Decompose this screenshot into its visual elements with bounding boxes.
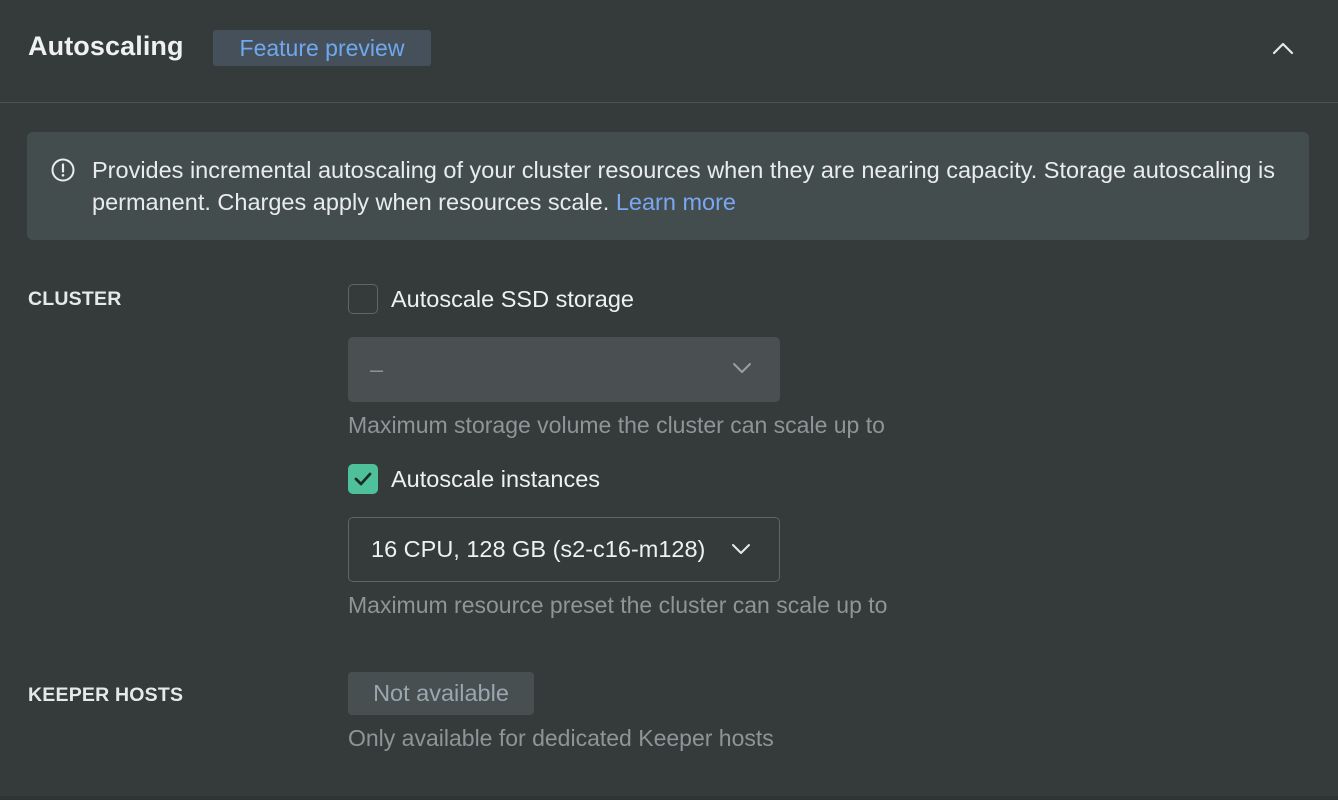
info-circle-icon bbox=[51, 158, 75, 182]
chevron-down-icon bbox=[733, 363, 751, 373]
keeper-hint: Only available for dedicated Keeper host… bbox=[348, 725, 774, 751]
checkmark-icon bbox=[354, 472, 372, 486]
section-title: Autoscaling bbox=[28, 31, 184, 61]
not-available-badge: Not available bbox=[348, 672, 534, 715]
feature-preview-badge: Feature preview bbox=[213, 30, 431, 66]
chevron-up-icon bbox=[1272, 42, 1294, 55]
instance-preset-value: 16 CPU, 128 GB (s2-c16-m128) bbox=[371, 536, 706, 562]
cluster-label: CLUSTER bbox=[28, 288, 122, 310]
autoscale-storage-checkbox[interactable] bbox=[348, 284, 378, 314]
autoscale-instances-checkbox[interactable] bbox=[348, 464, 378, 494]
keeper-hosts-label: KEEPER HOSTS bbox=[28, 684, 184, 706]
chevron-down-icon bbox=[732, 544, 750, 554]
info-banner: Provides incremental autoscaling of your… bbox=[27, 132, 1309, 240]
storage-limit-value: – bbox=[370, 356, 384, 382]
collapse-button[interactable] bbox=[1266, 32, 1300, 64]
storage-limit-select: – bbox=[348, 337, 780, 402]
info-text: Provides incremental autoscaling of your… bbox=[92, 154, 1282, 218]
instance-preset-select[interactable]: 16 CPU, 128 GB (s2-c16-m128) bbox=[348, 517, 780, 582]
autoscaling-header: Autoscaling Feature preview bbox=[0, 0, 1338, 103]
autoscale-instances-label[interactable]: Autoscale instances bbox=[391, 466, 600, 493]
storage-hint: Maximum storage volume the cluster can s… bbox=[348, 412, 885, 438]
instances-hint: Maximum resource preset the cluster can … bbox=[348, 592, 888, 618]
bottom-divider bbox=[0, 796, 1338, 800]
learn-more-link[interactable]: Learn more bbox=[616, 189, 736, 215]
autoscale-storage-label[interactable]: Autoscale SSD storage bbox=[391, 286, 634, 313]
